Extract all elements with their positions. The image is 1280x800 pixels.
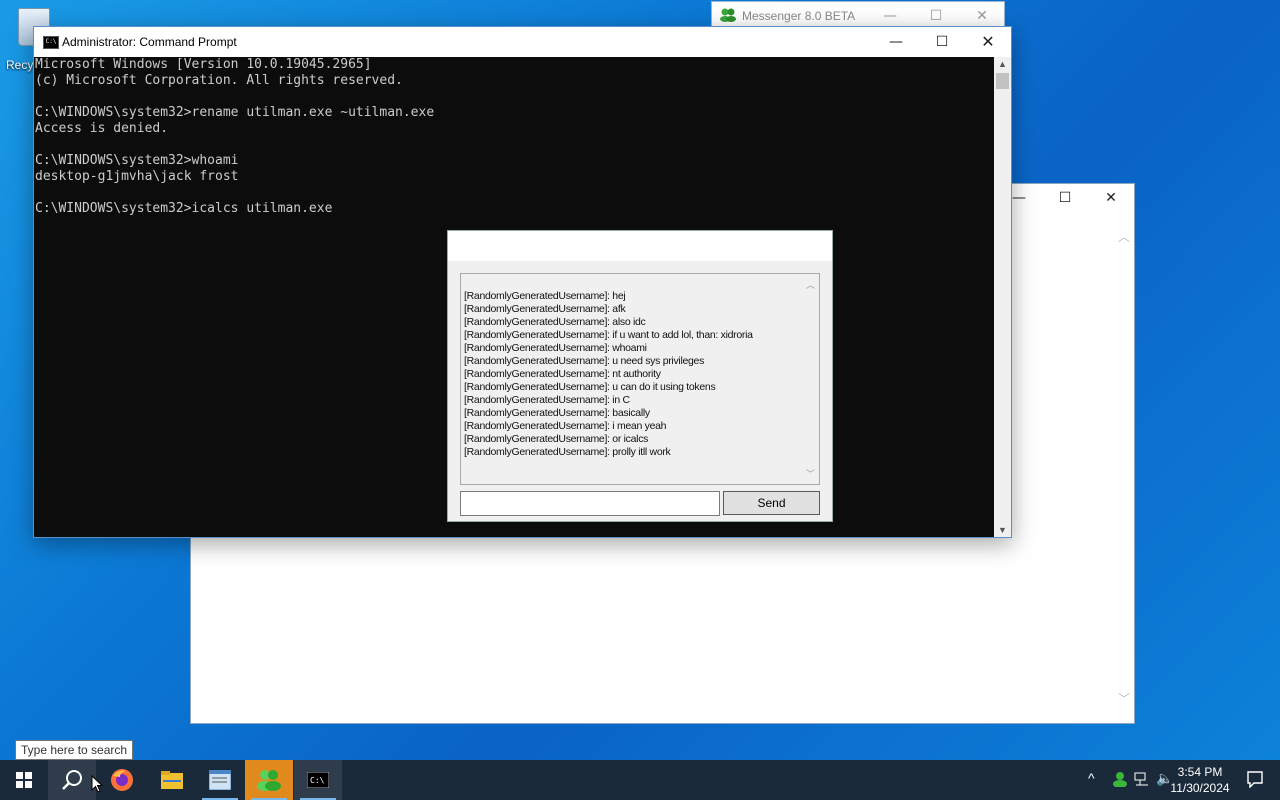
clock-date: 11/30/2024 [1170, 781, 1230, 795]
firefox-icon [111, 769, 133, 791]
chat-message: [RandomlyGeneratedUsername]: hej [464, 290, 626, 302]
vertical-scrollbar[interactable]: ▲ ▼ [994, 57, 1011, 537]
cmd-titlebar[interactable]: C:\ Administrator: Command Prompt — ☐ ✕ [34, 27, 1011, 57]
notepad-icon [209, 770, 231, 790]
start-button[interactable] [0, 760, 48, 800]
console-line: C:\WINDOWS\system32>icalcs utilman.exe [35, 201, 333, 216]
search-tooltip: Type here to search [15, 740, 134, 760]
notifications-icon[interactable] [1246, 770, 1264, 791]
scrollbar-thumb[interactable] [996, 73, 1009, 89]
messenger-icon [257, 770, 281, 791]
search-icon [62, 770, 82, 790]
svg-text:C:\: C:\ [310, 776, 325, 785]
chat-message: [RandomlyGeneratedUsername]: nt authorit… [464, 368, 661, 380]
chat-scrollbar[interactable]: ︿ ﹀ [803, 274, 819, 484]
maximize-button[interactable]: ☐ [1042, 184, 1088, 212]
taskbar-cmd[interactable]: C:\ [294, 760, 342, 800]
console-line: Microsoft Windows [Version 10.0.19045.29… [35, 57, 372, 72]
search-button[interactable] [48, 760, 96, 800]
chat-message-input[interactable] [460, 491, 720, 516]
file-explorer-icon [161, 771, 183, 789]
taskbar-notepad[interactable] [196, 760, 244, 800]
scroll-down-arrow[interactable]: ﹀ [806, 467, 815, 480]
taskbar: C:\ ^ 🔈 3:54 PM 11/30/2024 [0, 760, 1280, 800]
chat-message: [RandomlyGeneratedUsername]: in C [464, 394, 630, 406]
chat-message: [RandomlyGeneratedUsername]: afk [464, 303, 626, 315]
taskbar-file-explorer[interactable] [148, 760, 196, 800]
console-line: (c) Microsoft Corporation. All rights re… [35, 73, 403, 88]
scroll-up-arrow[interactable]: ▲ [994, 57, 1011, 71]
maximize-button[interactable]: ☐ [919, 27, 965, 57]
send-button[interactable]: Send [723, 491, 820, 515]
clock-time: 3:54 PM [1177, 765, 1223, 779]
cmd-icon: C:\ [307, 772, 329, 788]
chevron-up-icon[interactable]: ^ [1088, 770, 1095, 786]
cmd-window-title: Administrator: Command Prompt [62, 35, 237, 49]
taskbar-firefox[interactable] [98, 760, 146, 800]
chat-dialog[interactable]: [RandomlyGeneratedUsername]: hej [Randoml… [447, 230, 833, 522]
console-line: Access is denied. [35, 121, 169, 136]
chat-message: [RandomlyGeneratedUsername]: i mean yeah [464, 420, 667, 432]
chat-message: [RandomlyGeneratedUsername]: whoami [464, 342, 647, 354]
chat-dialog-header [448, 231, 832, 261]
scroll-down-arrow[interactable]: ﹀ [1118, 690, 1130, 707]
close-button[interactable]: ✕ [965, 27, 1011, 57]
chat-message: [RandomlyGeneratedUsername]: u need sys … [464, 355, 705, 367]
scroll-down-arrow[interactable]: ▼ [994, 523, 1011, 537]
chat-message: [RandomlyGeneratedUsername]: or icalcs [464, 433, 649, 445]
windows-logo-icon [16, 772, 32, 788]
chat-messages: [RandomlyGeneratedUsername]: hej [Randoml… [464, 290, 753, 459]
recycle-bin-label: Recy [6, 58, 34, 72]
console-line: C:\WINDOWS\system32>rename utilman.exe ~… [35, 105, 435, 120]
console-line: C:\WINDOWS\system32>whoami [35, 153, 239, 168]
network-icon[interactable] [1134, 772, 1150, 789]
clock[interactable]: 3:54 PM 11/30/2024 [1164, 764, 1236, 796]
messenger-window-title: Messenger 8.0 BETA [742, 9, 856, 23]
close-button[interactable]: ✕ [1088, 184, 1134, 212]
scroll-up-arrow[interactable]: ︿ [1118, 228, 1130, 245]
scroll-up-arrow[interactable]: ︿ [806, 278, 815, 291]
messenger-tray-icon[interactable] [1112, 771, 1128, 790]
mouse-cursor-icon [91, 775, 103, 793]
system-tray: ^ 🔈 3:54 PM 11/30/2024 [1060, 760, 1280, 800]
chat-message: [RandomlyGeneratedUsername]: prolly itll… [464, 446, 671, 458]
taskbar-messenger[interactable] [245, 760, 293, 800]
chat-log[interactable]: [RandomlyGeneratedUsername]: hej [Randoml… [460, 273, 820, 485]
chat-message: [RandomlyGeneratedUsername]: basically [464, 407, 650, 419]
chat-message: [RandomlyGeneratedUsername]: also idc [464, 316, 646, 328]
minimize-button[interactable]: — [873, 27, 919, 57]
chat-message: [RandomlyGeneratedUsername]: u can do it… [464, 381, 716, 393]
chat-message: [RandomlyGeneratedUsername]: if u want t… [464, 329, 753, 341]
cmd-icon: C:\ [43, 36, 59, 49]
messenger-app-icon [720, 8, 736, 22]
console-line: desktop-g1jmvha\jack frost [35, 169, 239, 184]
